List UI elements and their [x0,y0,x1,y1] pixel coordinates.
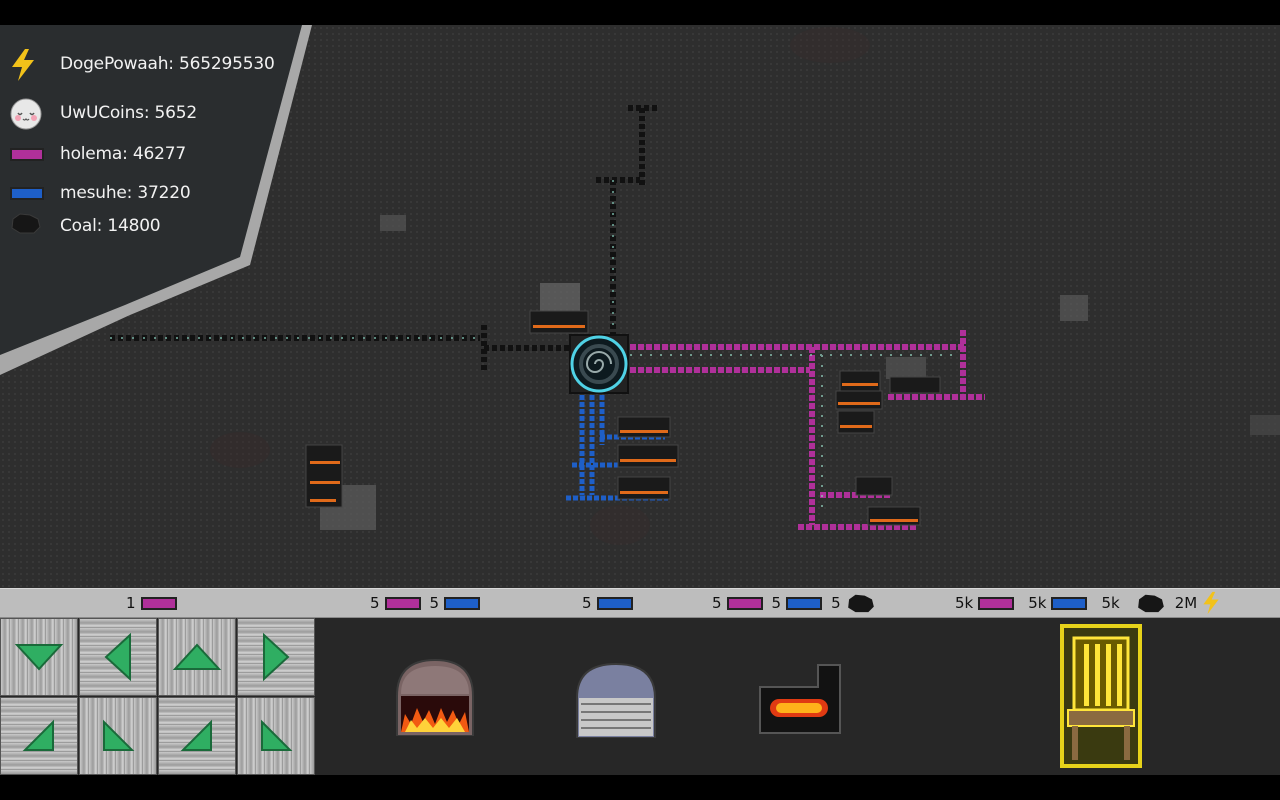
lightning-icon [10,49,44,81]
mesuhe-swatch-icon [596,596,633,610]
coal-icon [847,594,874,613]
cost-conveyor: 1 [126,589,186,617]
press-icon [576,662,656,739]
resource-dogepowaah-text: DogePowaah: 565295530 [60,54,275,74]
holema-swatch-icon [384,596,421,610]
resource-panel: DogePowaah: 565295530 UwUCoins: 5652 hol… [0,25,320,385]
smelter-tool[interactable] [758,661,842,739]
arrow-corner-icon [261,719,293,751]
cost-furnace: 5 5 [370,589,489,617]
vortex-portal[interactable] [569,334,629,394]
conveyor-turn-down-left-button[interactable] [79,697,157,775]
holema-bar-icon [10,139,44,169]
holema-conveyors [630,330,985,530]
conveyor-down-button[interactable] [0,618,78,696]
mesuhe-swatch-icon [444,596,481,610]
mesuhe-swatch-icon [1051,596,1088,610]
cost-chair: 5k 5k 5k 2M [955,589,1220,617]
cost-amount: 5 [370,594,380,612]
cost-amount: 5 [429,594,440,612]
arrow-left-icon [104,632,131,682]
conveyor-up-button[interactable] [158,618,236,696]
coal-icon [1137,594,1164,613]
arrow-corner-icon [103,719,135,751]
arrow-corner-icon [22,719,54,751]
conveyor-turn-down-right-button[interactable] [0,697,78,775]
resource-dogepowaah: DogePowaah: 565295530 [10,49,275,81]
bottom-letterbox [0,775,1280,800]
cost-amount: 5 [771,594,782,612]
resource-uwucoins-text: UwUCoins: 5652 [60,103,198,123]
cost-smelter: 5 5 5 [712,589,876,617]
build-toolbar [0,618,1280,775]
conveyor-tool[interactable] [0,618,320,775]
press-tool[interactable] [575,662,657,742]
resource-mesuhe-text: mesuhe: 37220 [60,183,191,203]
cost-press: 5 [582,589,642,617]
furnace-tool[interactable] [395,658,475,740]
resource-uwucoins: UwUCoins: 5652 [10,98,198,130]
resource-holema-text: holema: 46277 [60,144,186,164]
smelter-icon [759,664,841,734]
arrow-corner-icon [180,719,212,751]
cost-amount: 5k [955,594,974,612]
mesuhe-bar-icon [10,178,44,208]
conveyor-turn-up-left-button[interactable] [237,697,315,775]
mesuhe-swatch-icon [786,596,823,610]
cost-amount: 1 [126,594,136,612]
holema-swatch-icon [726,596,763,610]
cost-amount: 5 [712,594,722,612]
cost-amount: 5k [1028,594,1047,612]
chair-tool[interactable] [1060,624,1142,768]
arrow-right-icon [263,632,290,682]
conveyor-right-button[interactable] [237,618,315,696]
conveyor-turn-up-right-button[interactable] [158,697,236,775]
uwu-coin-icon [10,98,44,130]
resource-holema: holema: 46277 [10,139,186,169]
furnace-icon [396,658,474,737]
holema-swatch-icon [978,596,1015,610]
arrow-down-icon [14,644,64,671]
cost-amount: 2M [1174,594,1198,612]
resource-mesuhe: mesuhe: 37220 [10,178,191,208]
lightning-icon [1203,591,1219,615]
top-letterbox [0,0,1280,25]
coal-icon [10,211,44,241]
cost-amount: 5 [831,594,841,612]
resource-coal: Coal: 14800 [10,211,161,241]
cost-amount: 5 [582,594,592,612]
cost-amount: 5k [1101,594,1120,612]
build-cost-bar: 1 5 5 5 5 5 5 5k 5k 5k 2M [0,588,1280,618]
arrow-up-icon [172,643,222,670]
golden-chair-icon [1067,636,1135,760]
resource-coal-text: Coal: 14800 [60,216,161,236]
conveyor-left-button[interactable] [79,618,157,696]
holema-swatch-icon [140,596,177,610]
